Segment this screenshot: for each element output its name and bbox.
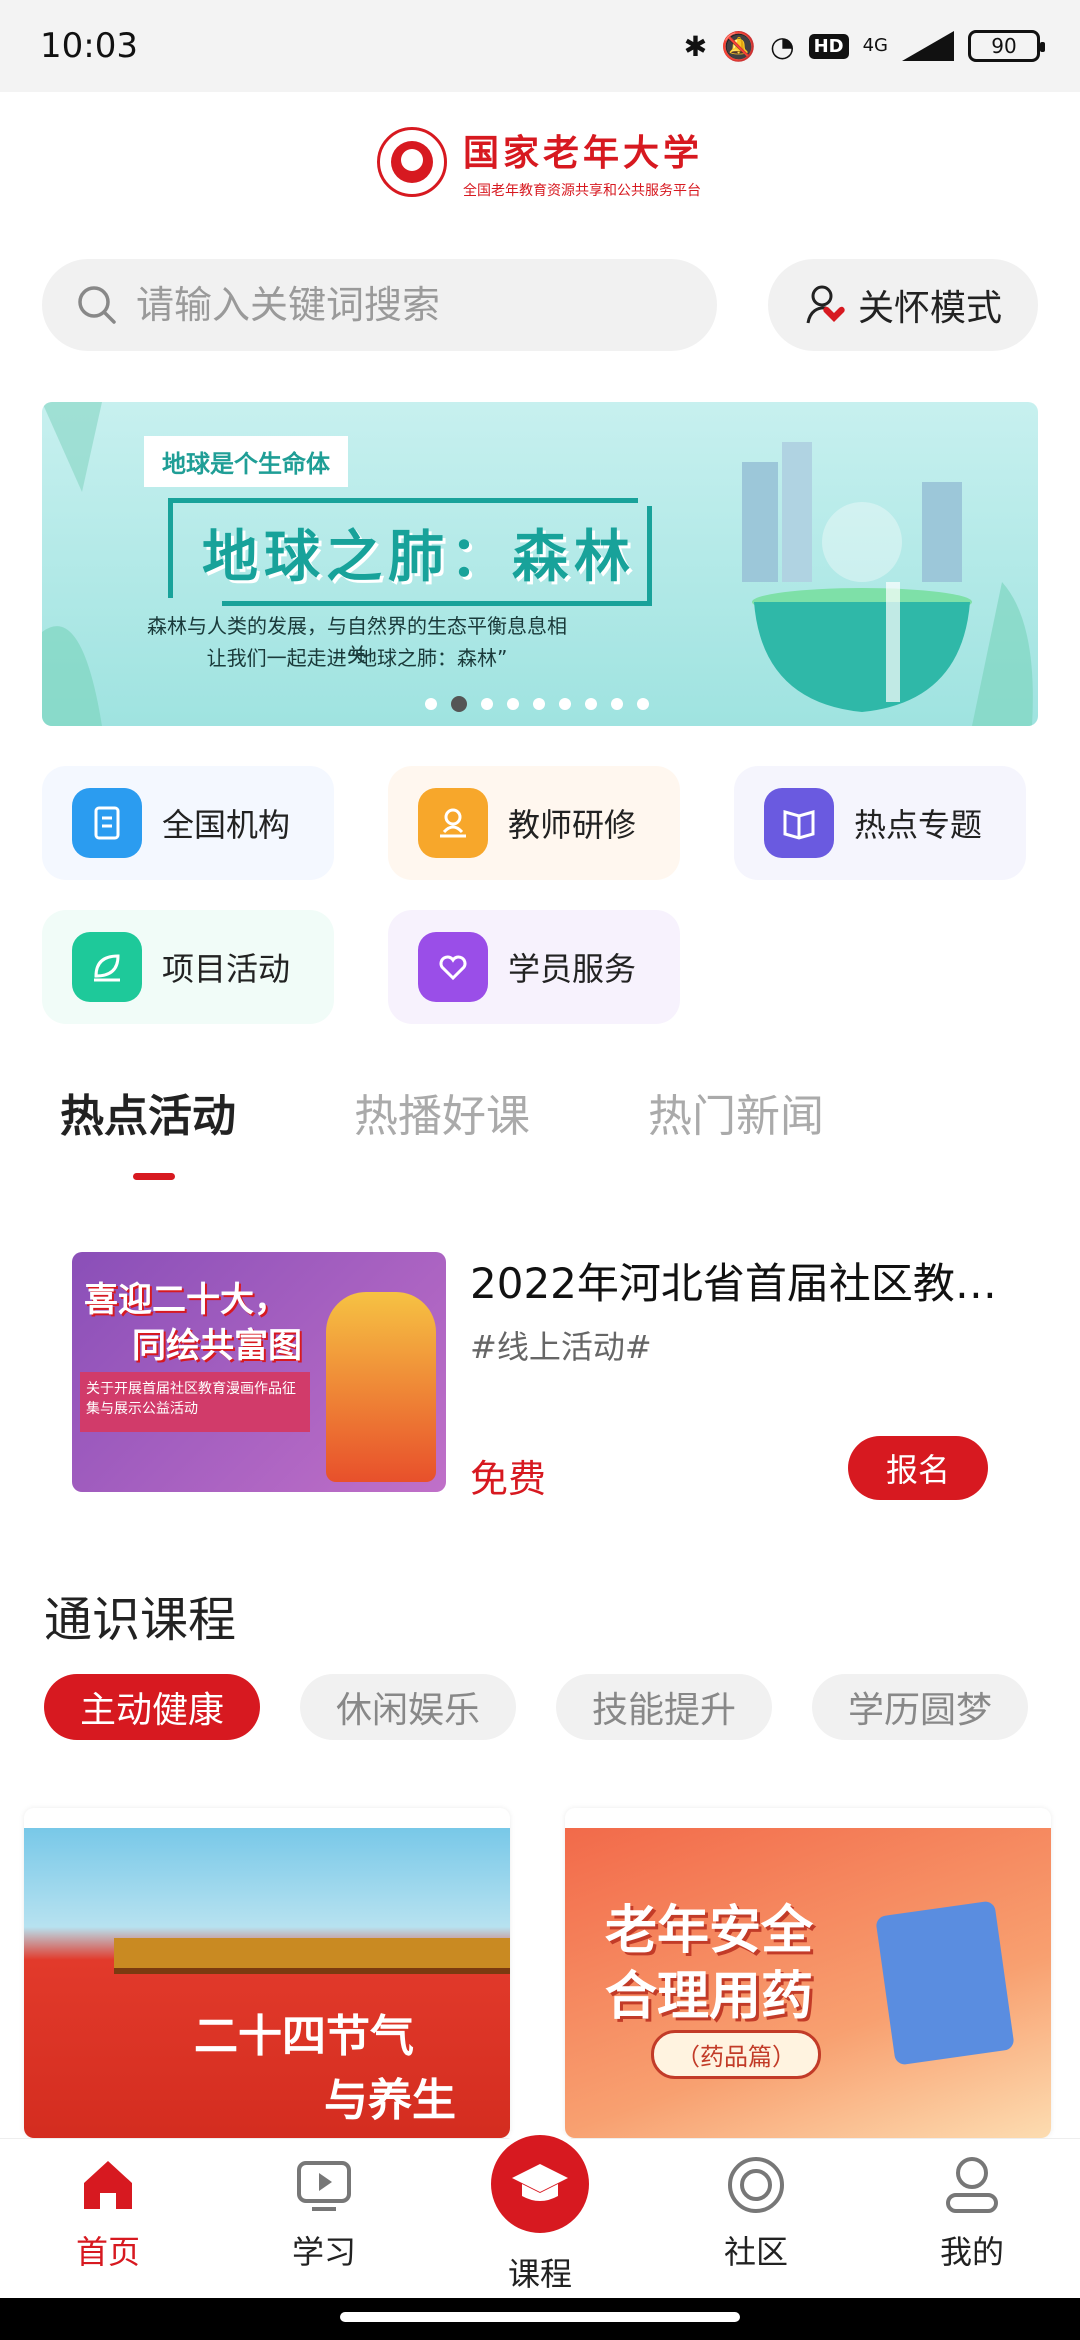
quick-link-label: 全国机构 [162, 806, 291, 844]
bluetooth-icon: ✱ [683, 29, 708, 63]
building-doc-icon [72, 788, 142, 858]
activity-price: 免费 [470, 1457, 547, 1501]
status-icons: ✱ 🔕 ◔ HD 4G 90 [683, 29, 1045, 63]
search-input[interactable] [136, 283, 696, 327]
search-icon [78, 286, 116, 324]
care-mode-button[interactable]: 关怀模式 [768, 259, 1038, 351]
banner-title: 地球之肺：森林 [202, 525, 636, 590]
tab-popular-courses[interactable]: 热播好课 [354, 1080, 530, 1144]
chip-active-health[interactable]: 主动健康 [44, 1674, 261, 1740]
system-home-bar [0, 2298, 1080, 2340]
activity-image-line1: 喜迎二十大， [84, 1280, 288, 1320]
bottom-navigation: 首页 学习 课程 社区 我的 [0, 2129, 1080, 2298]
nav-label: 我的 [939, 2233, 1004, 2271]
activity-thumbnail[interactable]: 喜迎二十大， 同绘共富图 关于开展首届社区教育漫画作品征集与展示公益活动 [72, 1252, 446, 1492]
cartoon-boy-illustration [326, 1292, 436, 1482]
carousel-dot[interactable] [559, 698, 571, 710]
home-indicator[interactable] [340, 2312, 740, 2322]
logo-title: 国家老年大学 [462, 133, 703, 174]
quick-link-label: 学员服务 [508, 950, 637, 988]
status-bar: 10:03 ✱ 🔕 ◔ HD 4G 90 [0, 0, 1080, 92]
medicine-bag-illustration [875, 1900, 1015, 2066]
quick-link-teacher-training[interactable]: 教师研修 [388, 766, 680, 880]
course-card-line1: 二十四节气 [194, 2011, 414, 2062]
course-category-chips: 主动健康 休闲娱乐 技能提升 学历圆梦 [44, 1674, 1029, 1740]
user-icon [940, 2153, 1004, 2217]
nav-label: 学习 [291, 2233, 356, 2271]
nav-label: 首页 [75, 2233, 140, 2271]
battery-icon: 90 [968, 30, 1045, 62]
graduation-cap-icon [485, 2129, 595, 2239]
quick-link-projects[interactable]: 项目活动 [42, 910, 334, 1024]
mute-bell-icon: 🔕 [721, 29, 757, 63]
course-card[interactable]: 老年安全 合理用药 （药品篇） [565, 1808, 1051, 2138]
tab-active-indicator [133, 1173, 175, 1180]
nav-home[interactable]: 首页 [28, 2153, 188, 2273]
logo-subtitle: 全国老年教育资源共享和公共服务平台 [462, 183, 701, 199]
activity-title[interactable]: 2022年河北省首届社区教育漫画作品征集与展示公益活动 [470, 1250, 1010, 1311]
circle-target-icon [724, 2153, 788, 2217]
section-title-general-courses: 通识课程 [44, 1592, 237, 1648]
status-time: 10:03 [40, 26, 138, 66]
banner-carousel[interactable]: 地球是个生命体 地球之肺：森林 森林与人类的发展，与自然界的生态平衡息息相关 让… [42, 402, 1038, 726]
quick-link-label: 热点专题 [854, 806, 983, 844]
nav-study[interactable]: 学习 [244, 2153, 404, 2273]
chip-degree[interactable]: 学历圆梦 [812, 1674, 1029, 1740]
app-logo: 国家老年大学 全国老年教育资源共享和公共服务平台 [0, 92, 1080, 232]
search-bar[interactable] [42, 259, 717, 351]
network-type: 4G [862, 35, 888, 56]
alarm-icon: ◔ [770, 29, 795, 63]
book-open-icon [764, 788, 834, 858]
course-card-line1: 老年安全 [605, 1901, 814, 1961]
care-person-icon [806, 285, 845, 324]
care-mode-label: 关怀模式 [857, 288, 1002, 329]
quick-link-institutions[interactable]: 全国机构 [42, 766, 334, 880]
carousel-dot[interactable] [585, 698, 597, 710]
signal-icon [902, 31, 954, 61]
tab-hot-news[interactable]: 热门新闻 [648, 1080, 824, 1144]
quick-link-label: 项目活动 [162, 950, 291, 988]
carousel-dot[interactable] [451, 696, 467, 712]
signup-button[interactable]: 报名 [848, 1436, 988, 1500]
course-card-line2: 合理用药 [605, 1967, 814, 2027]
tab-hot-activities[interactable]: 热点活动 [60, 1080, 236, 1144]
video-play-icon [292, 2153, 356, 2217]
university-emblem-icon [376, 127, 447, 197]
quick-link-hot-topics[interactable]: 热点专题 [734, 766, 1026, 880]
heart-hands-icon [418, 932, 488, 1002]
nav-courses[interactable]: 课程 [460, 2129, 620, 2295]
nav-community[interactable]: 社区 [676, 2153, 836, 2273]
chip-leisure[interactable]: 休闲娱乐 [300, 1674, 517, 1740]
hd-badge: HD [808, 33, 849, 59]
banner-desc-line2: 让我们一起走进“地球之肺：森林” [206, 646, 508, 670]
activity-tag: #线上活动# [470, 1328, 652, 1366]
activity-image-band: 关于开展首届社区教育漫画作品征集与展示公益活动 [80, 1372, 310, 1432]
carousel-dot[interactable] [637, 698, 649, 710]
nav-label: 课程 [507, 2255, 572, 2293]
teacher-icon [418, 788, 488, 858]
carousel-dot[interactable] [533, 698, 545, 710]
leaf-icon [72, 932, 142, 1002]
home-icon [76, 2153, 140, 2217]
course-card-line2: 与养生 [324, 2075, 456, 2126]
course-card[interactable]: 二十四节气 与养生 [24, 1808, 510, 2138]
content-tabs: 热点活动 热播好课 热门新闻 [60, 1080, 824, 1144]
nav-mine[interactable]: 我的 [892, 2153, 1052, 2273]
chip-skills[interactable]: 技能提升 [556, 1674, 773, 1740]
activity-image-line2: 同绘共富图 [132, 1326, 302, 1366]
carousel-dot[interactable] [425, 698, 437, 710]
course-card-pill: （药品篇） [651, 2030, 821, 2079]
carousel-dot[interactable] [507, 698, 519, 710]
carousel-dots [425, 696, 649, 712]
banner-tag: 地球是个生命体 [144, 436, 348, 487]
carousel-dot[interactable] [481, 698, 493, 710]
nav-label: 社区 [723, 2233, 788, 2271]
quick-link-student-services[interactable]: 学员服务 [388, 910, 680, 1024]
battery-level: 90 [991, 34, 1017, 58]
carousel-dot[interactable] [611, 698, 623, 710]
quick-link-label: 教师研修 [508, 806, 637, 844]
